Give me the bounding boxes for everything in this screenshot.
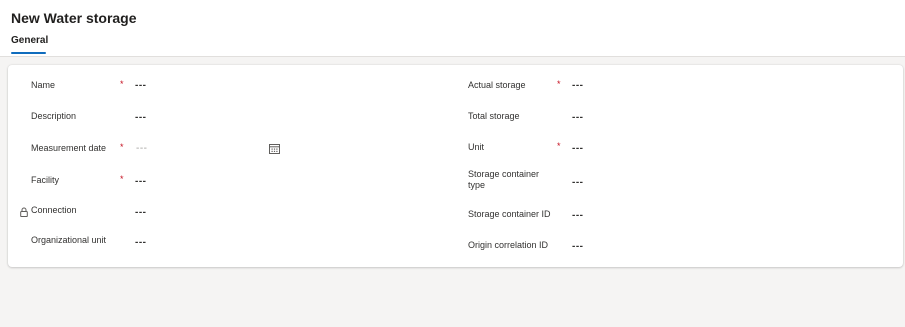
organizational-unit-field[interactable]: --- — [135, 237, 147, 248]
measurement-date-label: Measurement date — [31, 143, 107, 153]
general-form-card: Name * --- Description --- Measurement d… — [8, 65, 903, 267]
actual-storage-label: Actual storage — [468, 80, 526, 90]
page-title: New Water storage — [11, 10, 137, 26]
calendar-icon[interactable] — [269, 141, 280, 154]
facility-label: Facility — [31, 175, 60, 185]
description-label: Description — [31, 111, 77, 121]
page-header: New Water storage General — [0, 0, 905, 57]
actual-storage-field[interactable]: --- — [572, 80, 584, 91]
name-field[interactable]: --- — [135, 80, 147, 91]
facility-field[interactable]: --- — [135, 176, 147, 187]
storage-container-type-label: Storage container type — [468, 169, 540, 190]
actual-storage-required-marker: * — [557, 79, 561, 89]
storage-container-id-field[interactable]: --- — [572, 210, 584, 221]
origin-correlation-id-label: Origin correlation ID — [468, 240, 549, 250]
connection-field: --- — [135, 207, 147, 218]
lock-icon — [20, 204, 28, 217]
unit-required-marker: * — [557, 141, 561, 151]
tab-general[interactable]: General — [11, 35, 48, 46]
storage-container-type-field[interactable]: --- — [572, 177, 584, 188]
unit-label: Unit — [468, 142, 485, 152]
organizational-unit-label: Organizational unit — [31, 235, 107, 245]
unit-field[interactable]: --- — [572, 143, 584, 154]
tab-general-indicator — [11, 52, 46, 54]
facility-required-marker: * — [120, 174, 124, 184]
measurement-date-field[interactable]: --- — [136, 143, 148, 154]
measurement-date-required-marker: * — [120, 142, 124, 152]
description-field[interactable]: --- — [135, 112, 147, 123]
origin-correlation-id-field[interactable]: --- — [572, 241, 584, 252]
total-storage-label: Total storage — [468, 111, 520, 121]
total-storage-field[interactable]: --- — [572, 112, 584, 123]
connection-label: Connection — [31, 205, 77, 215]
name-required-marker: * — [120, 79, 124, 89]
name-label: Name — [31, 80, 56, 90]
storage-container-id-label: Storage container ID — [468, 209, 551, 219]
